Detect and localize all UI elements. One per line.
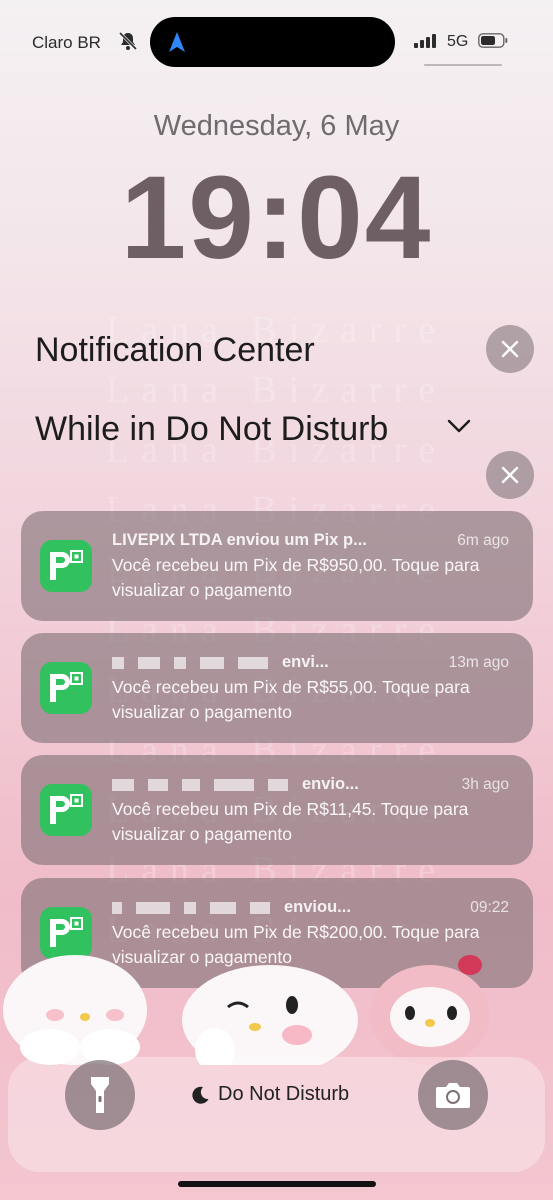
redacted-text <box>112 778 134 791</box>
bell-slash-icon <box>118 31 138 51</box>
picpay-icon <box>40 540 92 592</box>
signal-bars-icon <box>414 34 436 48</box>
control-center-indicator[interactable] <box>424 64 502 66</box>
redacted-text <box>182 778 200 791</box>
battery-icon <box>478 33 508 48</box>
redacted-text <box>200 656 224 669</box>
camera-button[interactable] <box>418 1060 488 1130</box>
focus-mode-label: Do Not Disturb <box>218 1083 350 1105</box>
notification-title-text: envio... <box>302 775 359 793</box>
dynamic-island[interactable] <box>150 17 395 67</box>
notification-time: 13m ago <box>448 654 509 671</box>
home-indicator[interactable] <box>178 1181 376 1187</box>
notification-title-text: envi... <box>282 653 329 671</box>
character-right <box>370 955 490 1065</box>
redacted-text <box>112 656 124 669</box>
notification-card[interactable]: envi... 13m ago Você recebeu um Pix de R… <box>21 633 533 743</box>
camera-icon <box>436 1083 470 1108</box>
close-icon <box>501 340 519 358</box>
redacted-text <box>268 778 288 791</box>
notification-time: 6m ago <box>457 532 509 549</box>
notification-title: LIVEPIX LTDA enviou um Pix p... <box>112 531 367 549</box>
redacted-text <box>250 901 270 914</box>
notification-body: Você recebeu um Pix de R$950,00. Toque p… <box>112 555 480 600</box>
notification-title-text: enviou... <box>284 898 351 916</box>
notification-title: enviou... <box>112 898 442 917</box>
picpay-icon <box>40 784 92 836</box>
redacted-text <box>148 778 168 791</box>
moon-icon <box>192 1086 209 1104</box>
notification-card[interactable]: envio... 3h ago Você recebeu um Pix de R… <box>21 755 533 865</box>
clear-group-button[interactable] <box>486 451 534 499</box>
notification-body: Você recebeu um Pix de R$55,00. Toque pa… <box>112 677 470 722</box>
chevron-down-icon[interactable] <box>446 418 472 434</box>
focus-mode-indicator[interactable]: Do Not Disturb <box>190 1083 349 1106</box>
location-arrow-icon <box>169 32 185 52</box>
flashlight-icon <box>91 1077 109 1113</box>
notification-card[interactable]: LIVEPIX LTDA enviou um Pix p... 6m ago V… <box>21 511 533 621</box>
character-middle <box>182 965 358 1065</box>
notification-center-title: Notification Center <box>35 331 315 369</box>
picpay-icon <box>40 662 92 714</box>
redacted-text <box>184 901 196 914</box>
flashlight-button[interactable] <box>65 1060 135 1130</box>
redacted-text <box>174 656 186 669</box>
redacted-text <box>138 656 160 669</box>
redacted-text <box>112 901 122 914</box>
lock-time: 19:04 <box>120 152 433 284</box>
redacted-text <box>136 901 170 914</box>
redacted-text <box>238 656 268 669</box>
redacted-text <box>210 901 236 914</box>
clear-all-button[interactable] <box>486 325 534 373</box>
notification-time: 09:22 <box>470 899 509 916</box>
carrier-label: Claro BR <box>32 33 101 52</box>
dnd-group-title[interactable]: While in Do Not Disturb <box>35 410 388 449</box>
network-type: 5G <box>447 33 469 50</box>
character-left <box>3 955 147 1065</box>
redacted-text <box>214 778 254 791</box>
notification-time: 3h ago <box>461 776 509 793</box>
notification-title: envi... <box>112 653 442 672</box>
notification-body: Você recebeu um Pix de R$11,45. Toque pa… <box>112 799 469 844</box>
status-bar: Claro BR 5G <box>0 0 553 80</box>
notification-title: envio... <box>112 775 442 794</box>
wallpaper-characters <box>3 955 490 1065</box>
close-icon <box>501 466 519 484</box>
lock-date: Wednesday, 6 May <box>153 110 400 142</box>
